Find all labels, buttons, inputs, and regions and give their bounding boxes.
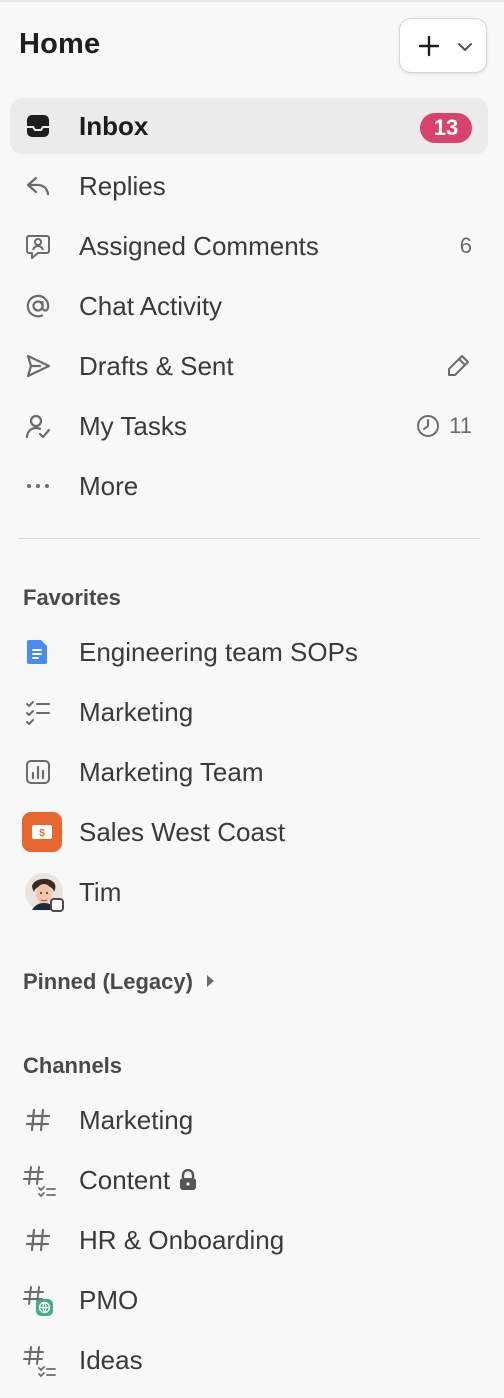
- sidebar-item-label: Replies: [79, 171, 166, 201]
- channel-item[interactable]: Marketing: [10, 1092, 488, 1148]
- create-new-button[interactable]: [399, 18, 487, 73]
- inbox-icon: [27, 115, 49, 137]
- comment-count: 6: [459, 233, 472, 258]
- svg-text:$: $: [39, 828, 45, 839]
- favorite-label: Marketing: [79, 697, 194, 727]
- channel-label-text: Content: [79, 1165, 171, 1195]
- sidebar-item-my-tasks[interactable]: My Tasks 11: [10, 398, 488, 454]
- page-title: Home: [19, 28, 101, 60]
- hash-icon: [25, 1108, 51, 1132]
- favorite-item[interactable]: Engineering team SOPs: [10, 624, 488, 680]
- channel-label: Ideas: [79, 1345, 143, 1375]
- sidebar-item-label: Drafts & Sent: [79, 351, 234, 381]
- channel-label: Marketing: [79, 1105, 194, 1135]
- channel-label: PMO: [79, 1285, 139, 1315]
- sidebar-item-assigned-comments[interactable]: Assigned Comments 6: [10, 218, 488, 274]
- checklist-icon: [26, 701, 50, 725]
- sidebar-item-chat-activity[interactable]: Chat Activity: [10, 278, 488, 334]
- favorite-label: Marketing Team: [79, 757, 264, 787]
- favorites-heading[interactable]: Favorites: [23, 585, 121, 611]
- channel-item[interactable]: Content: [10, 1152, 488, 1208]
- clock-icon: [417, 415, 439, 437]
- more-dots-icon: [27, 484, 49, 488]
- pencil-icon[interactable]: [446, 352, 472, 378]
- hash-globe-icon: [23, 1286, 53, 1316]
- avatar: [25, 873, 64, 912]
- favorite-item[interactable]: Marketing Team: [10, 744, 488, 800]
- favorite-item[interactable]: Marketing: [10, 684, 488, 740]
- favorite-label: Engineering team SOPs: [79, 637, 358, 667]
- sidebar-item-replies[interactable]: Replies: [10, 158, 488, 214]
- pinned-heading[interactable]: Pinned (Legacy): [23, 969, 214, 995]
- chevron-down-icon: [458, 43, 472, 51]
- sidebar-item-label: My Tasks: [79, 411, 187, 441]
- reply-icon: [26, 176, 50, 196]
- favorite-label: Tim: [79, 877, 122, 907]
- favorite-item[interactable]: $ Sales West Coast: [10, 804, 488, 860]
- hash-icon: [25, 1228, 51, 1252]
- sidebar-item-label: Assigned Comments: [79, 231, 319, 261]
- at-sign-icon: [26, 294, 50, 318]
- hash-list-icon: [23, 1166, 56, 1198]
- caret-right-icon: [206, 975, 214, 987]
- send-icon: [26, 354, 51, 378]
- sidebar-item-drafts-sent[interactable]: Drafts & Sent: [10, 338, 488, 394]
- sales-space-icon: $: [22, 812, 62, 852]
- pinned-heading-label: Pinned (Legacy): [23, 969, 193, 994]
- lock-icon: [180, 1169, 197, 1190]
- channels-heading[interactable]: Channels: [23, 1053, 122, 1079]
- channel-label: Content: [79, 1152, 198, 1208]
- sidebar-item-more[interactable]: More: [10, 458, 488, 514]
- user-check-icon: [25, 414, 51, 439]
- task-count: 11: [449, 413, 472, 438]
- channel-item[interactable]: Ideas: [10, 1332, 488, 1388]
- sidebar-item-label: More: [79, 471, 139, 501]
- channel-label: HR & Onboarding: [79, 1225, 285, 1255]
- divider: [18, 538, 480, 539]
- plus-icon: [418, 35, 440, 57]
- comment-assigned-icon: [26, 235, 50, 259]
- sidebar-item-label: Chat Activity: [79, 291, 223, 321]
- sidebar-header: Home: [0, 0, 504, 92]
- sidebar-item-label: Inbox: [79, 111, 149, 141]
- favorite-label: Sales West Coast: [79, 817, 286, 847]
- favorite-item[interactable]: Tim: [10, 864, 488, 920]
- doc-icon: [27, 640, 47, 664]
- hash-list-icon: [23, 1346, 56, 1378]
- channel-item[interactable]: PMO: [10, 1272, 488, 1328]
- dashboard-icon: [26, 760, 50, 784]
- channel-item[interactable]: HR & Onboarding: [10, 1212, 488, 1268]
- unread-badge: 13: [420, 113, 472, 143]
- sidebar-item-inbox[interactable]: Inbox 13: [10, 98, 488, 154]
